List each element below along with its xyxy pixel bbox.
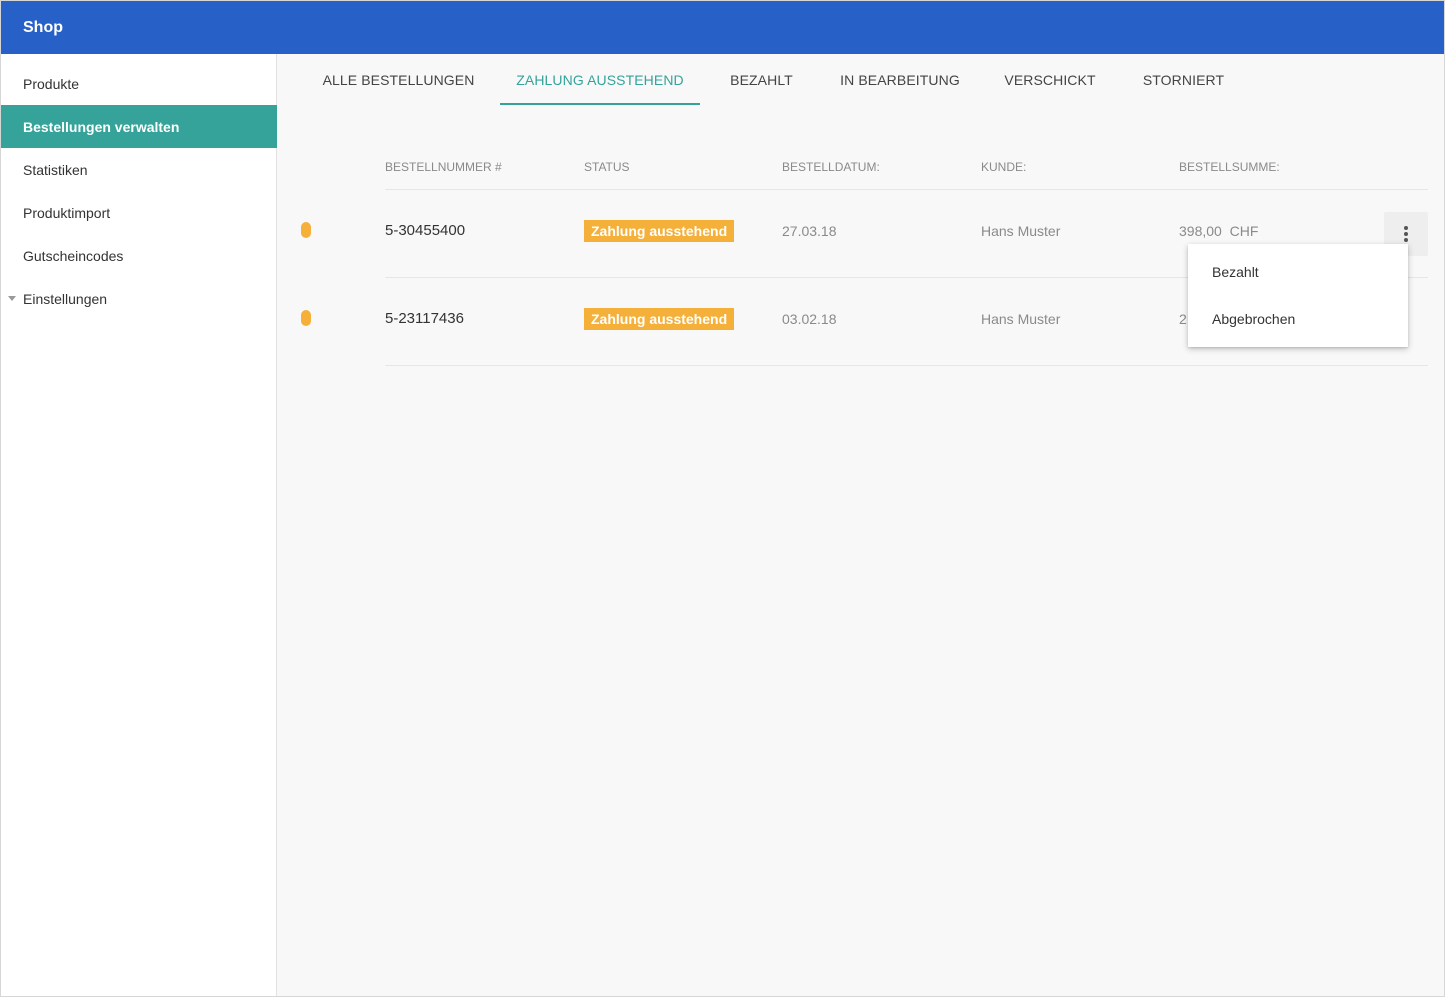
order-number: 5-23117436 [385, 310, 464, 327]
tab-in-bearbeitung[interactable]: IN BEARBEITUNG [837, 54, 963, 106]
sidebar-item-label: Produkte [23, 75, 80, 92]
caret-down-icon [8, 296, 16, 301]
tab-alle-bestellungen[interactable]: ALLE BESTELLUNGEN [321, 54, 476, 106]
table-divider [385, 189, 1428, 190]
tab-label: BEZAHLT [730, 72, 793, 88]
sidebar-item-produktimport[interactable]: Produktimport [1, 191, 277, 234]
column-header-date: BESTELLDATUM: [782, 160, 880, 174]
status-badge: Zahlung ausstehend [584, 308, 735, 330]
column-header-status: STATUS [584, 160, 630, 174]
customer-name: Hans Muster [981, 311, 1061, 327]
column-header-number: BESTELLNUMMER # [385, 160, 502, 174]
app-window: Shop Produkte Bestellungen verwalten Sta… [0, 0, 1445, 997]
more-dot [1404, 238, 1408, 242]
more-dot [1404, 226, 1408, 230]
sidebar-item-label: Bestellungen verwalten [23, 118, 180, 135]
customer-name: Hans Muster [981, 223, 1061, 239]
menu-item-abgebrochen[interactable]: Abgebrochen [1188, 295, 1408, 342]
tab-bezahlt[interactable]: BEZAHLT [724, 54, 799, 106]
status-badge: Zahlung ausstehend [584, 220, 735, 242]
table-divider [385, 365, 1428, 366]
tab-verschickt[interactable]: VERSCHICKT [1001, 54, 1099, 106]
sidebar-item-label: Gutscheincodes [23, 247, 124, 264]
tab-label: ALLE BESTELLUNGEN [322, 72, 475, 88]
tab-label: ZAHLUNG AUSSTEHEND [516, 72, 684, 88]
menu-item-label: Bezahlt [1212, 263, 1259, 280]
tab-storniert[interactable]: STORNIERT [1139, 54, 1228, 106]
sidebar-item-produkte[interactable]: Produkte [1, 62, 277, 105]
order-date: 03.02.18 [782, 311, 837, 327]
menu-item-label: Abgebrochen [1212, 310, 1296, 327]
active-tab-indicator [500, 103, 700, 105]
sidebar-item-label: Produktimport [23, 204, 111, 221]
tab-label: STORNIERT [1142, 72, 1225, 88]
status-context-menu: Bezahlt Abgebrochen [1188, 244, 1408, 347]
status-dot [301, 310, 311, 326]
sidebar-item-statistiken[interactable]: Statistiken [1, 148, 277, 191]
tab-zahlung-ausstehend[interactable]: ZAHLUNG AUSSTEHEND [500, 54, 700, 106]
order-total: 2 [1179, 311, 1187, 327]
sidebar-item-label: Statistiken [23, 161, 88, 178]
main-content: ALLE BESTELLUNGEN ZAHLUNG AUSSTEHEND BEZ… [277, 54, 1444, 996]
sidebar: Produkte Bestellungen verwalten Statisti… [1, 54, 277, 996]
sidebar-item-gutscheincodes[interactable]: Gutscheincodes [1, 234, 277, 277]
tab-label: VERSCHICKT [1004, 72, 1096, 88]
sidebar-item-einstellungen[interactable]: Einstellungen [1, 277, 277, 320]
sidebar-item-bestellungen-verwalten[interactable]: Bestellungen verwalten [1, 105, 277, 148]
more-dot [1404, 232, 1408, 236]
menu-item-bezahlt[interactable]: Bezahlt [1188, 248, 1408, 295]
status-dot [301, 222, 311, 238]
order-date: 27.03.18 [782, 223, 837, 239]
top-app-bar: Shop [1, 1, 1444, 54]
order-total: 398,00 CHF [1179, 223, 1259, 239]
column-header-total: BESTELLSUMME: [1179, 160, 1280, 174]
order-number: 5-30455400 [385, 222, 466, 239]
sidebar-item-label: Einstellungen [23, 290, 108, 307]
app-title: Shop [23, 19, 63, 36]
column-header-customer: KUNDE: [981, 160, 1027, 174]
tab-label: IN BEARBEITUNG [840, 72, 960, 88]
